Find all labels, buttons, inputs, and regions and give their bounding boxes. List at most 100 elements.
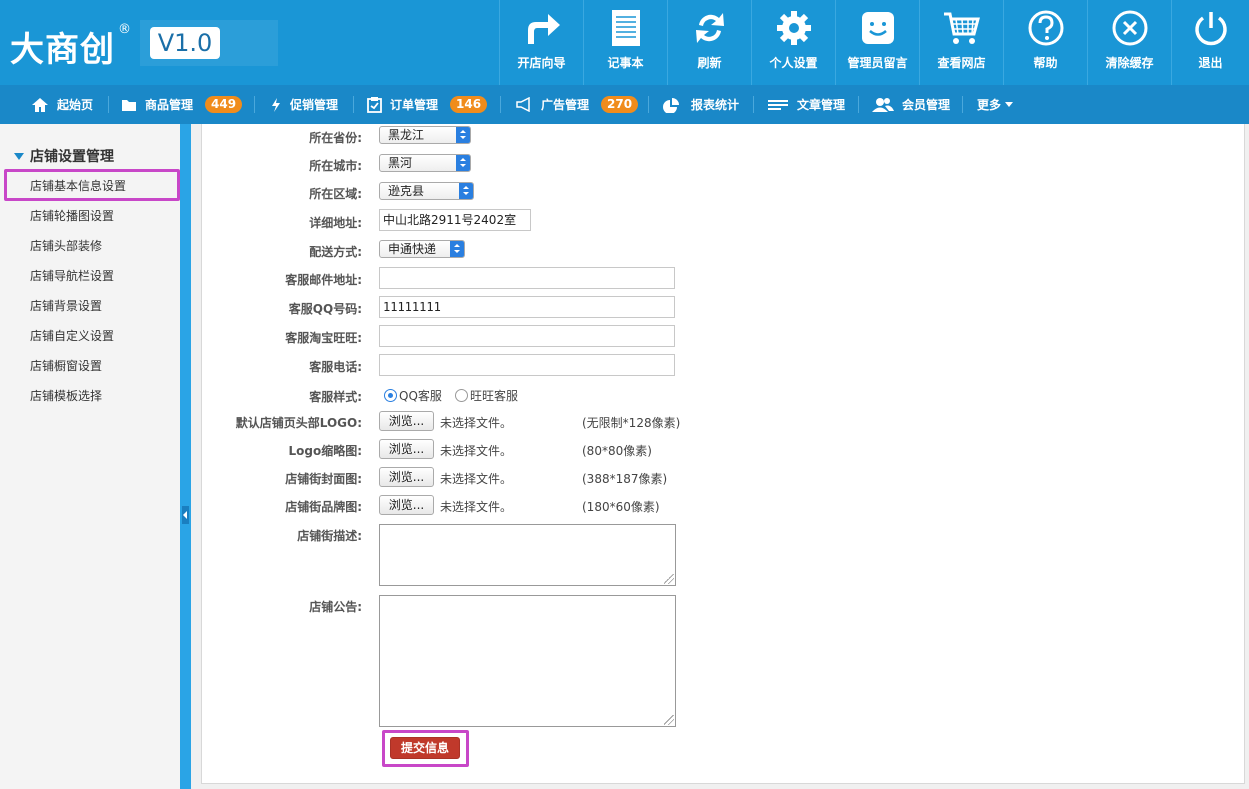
redo-arrow-icon (527, 14, 560, 44)
resize-grip-icon[interactable] (664, 574, 674, 584)
sidebar-item-showcase[interactable]: 店铺橱窗设置 (30, 357, 102, 374)
street-brand-hint: (180*60像素) (582, 500, 660, 514)
sidebar-item-background[interactable]: 店铺背景设置 (30, 297, 102, 314)
logo-registered-mark: ® (118, 22, 131, 37)
toolbar-label: 帮助 (1033, 56, 1058, 70)
toolbar-refresh-button[interactable]: 刷新 (667, 0, 751, 85)
sidebar: 店铺设置管理 店铺基本信息设置 店铺轮播图设置 店铺头部装修 店铺导航栏设置 店… (0, 124, 180, 789)
sidebar-item-custom[interactable]: 店铺自定义设置 (30, 327, 114, 344)
toolbar-admin-message-button[interactable]: 管理员留言 (835, 0, 919, 85)
radio-unchecked-icon (455, 389, 468, 402)
shipping-select[interactable]: 申通快递 (379, 240, 465, 258)
nav-badge: 270 (601, 96, 639, 113)
nav-divider (108, 96, 109, 113)
toolbar-notepad-button[interactable]: 记事本 (583, 0, 667, 85)
province-select[interactable]: 黑龙江 (379, 126, 471, 144)
nav-label: 商品管理 (145, 98, 194, 112)
resize-grip-icon[interactable] (664, 715, 674, 725)
toolbar-logout-button[interactable]: 退出 (1171, 0, 1249, 85)
province-label: 所在省份: (309, 131, 362, 145)
home-icon (32, 97, 48, 112)
sidebar-item-basic-info[interactable]: 店铺基本信息设置 (30, 177, 126, 194)
refresh-icon (695, 13, 724, 43)
notice-label: 店铺公告: (309, 600, 362, 614)
toolbar-clear-cache-button[interactable]: 清除缓存 (1087, 0, 1171, 85)
submit-button[interactable]: 提交信息 (390, 737, 460, 759)
toolbar-label: 管理员留言 (847, 56, 908, 70)
store-info-form: 所在省份: 黑龙江 所在城市: 黑河 所在区域: 逊克县 详细地址: 中山北路2… (201, 124, 1245, 784)
nav-label: 广告管理 (541, 98, 590, 112)
nav-label: 订单管理 (390, 98, 439, 112)
shipping-label: 配送方式: (309, 245, 362, 259)
gear-icon (776, 11, 811, 45)
toolbar-personal-settings-button[interactable]: 个人设置 (751, 0, 835, 85)
sidebar-group-title[interactable]: 店铺设置管理 (14, 146, 114, 166)
street-brand-browse-button[interactable]: 浏览... (379, 495, 434, 515)
logo-header-hint: (无限制*128像素) (582, 416, 681, 430)
city-label: 所在城市: (309, 159, 362, 173)
toolbar-label: 刷新 (697, 56, 722, 70)
cs-style-qq-radio[interactable]: QQ客服 (384, 387, 442, 404)
sidebar-item-template[interactable]: 店铺模板选择 (30, 387, 102, 404)
notice-textarea[interactable] (379, 595, 676, 727)
logo-thumb-browse-button[interactable]: 浏览... (379, 439, 434, 459)
nav-products[interactable]: 商品管理 449 (121, 85, 243, 124)
cs-wangwang-label: 客服淘宝旺旺: (285, 331, 362, 345)
cs-style-wangwang-radio[interactable]: 旺旺客服 (455, 387, 518, 404)
district-value: 逊克县 (388, 184, 425, 198)
toolbar-view-store-button[interactable]: 查看网店 (919, 0, 1003, 85)
cs-qq-input[interactable]: 11111111 (379, 296, 675, 318)
version-box: V1.0 (140, 20, 278, 66)
logo-header-label: 默认店铺页头部LOGO: (235, 416, 362, 430)
logo-brand: 大商创 (10, 30, 115, 70)
city-value: 黑河 (388, 156, 413, 170)
select-arrows-icon (456, 155, 470, 171)
cs-wangwang-input[interactable] (379, 325, 675, 347)
toolbar-help-button[interactable]: 帮助 (1003, 0, 1087, 85)
sidebar-item-header-decor[interactable]: 店铺头部装修 (30, 237, 102, 254)
top-header: 大商创 ® V1.0 开店向导 记事本 刷新 个人设置 管理员留言 查看网店 帮… (0, 0, 1249, 85)
address-input[interactable]: 中山北路2911号2402室 (379, 209, 531, 231)
nav-promotions[interactable]: 促销管理 (270, 85, 338, 124)
nav-orders[interactable]: 订单管理 146 (367, 85, 488, 124)
street-desc-textarea[interactable] (379, 524, 676, 586)
district-select[interactable]: 逊克县 (379, 182, 474, 200)
street-brand-label: 店铺街品牌图: (285, 500, 362, 514)
nav-home[interactable]: 起始页 (31, 85, 93, 124)
nav-divider (353, 96, 354, 113)
cs-qq-label: 客服QQ号码: (288, 302, 362, 316)
nav-label: 会员管理 (902, 98, 951, 112)
toolbar-label: 清除缓存 (1105, 56, 1154, 70)
nav-divider (648, 96, 649, 113)
nav-members[interactable]: 会员管理 (872, 85, 950, 124)
nav-divider (500, 96, 501, 113)
radio-checked-icon (384, 389, 397, 402)
nav-label: 更多 (977, 98, 1002, 112)
city-select[interactable]: 黑河 (379, 154, 471, 172)
sidebar-group-label: 店铺设置管理 (30, 149, 114, 165)
logo-header-browse-button[interactable]: 浏览... (379, 411, 434, 431)
pie-chart-icon (663, 97, 679, 113)
nav-articles[interactable]: 文章管理 (767, 85, 845, 124)
street-desc-label: 店铺街描述: (297, 529, 362, 543)
sidebar-item-carousel[interactable]: 店铺轮播图设置 (30, 207, 114, 224)
nav-ads[interactable]: 广告管理 270 (515, 85, 639, 124)
nav-divider (254, 96, 255, 113)
street-cover-hint: (388*187像素) (582, 472, 668, 486)
megaphone-icon (516, 97, 530, 112)
cs-phone-input[interactable] (379, 354, 675, 376)
logo-header-file-status: 未选择文件。 (440, 416, 513, 430)
address-label: 详细地址: (309, 216, 362, 230)
sidebar-item-navbar[interactable]: 店铺导航栏设置 (30, 267, 114, 284)
toolbar-label: 个人设置 (769, 56, 818, 70)
street-cover-browse-button[interactable]: 浏览... (379, 467, 434, 487)
toolbar-open-store-guide-button[interactable]: 开店向导 (499, 0, 583, 85)
nav-reports[interactable]: 报表统计 (661, 85, 739, 124)
cs-phone-label: 客服电话: (309, 360, 362, 374)
nav-more[interactable]: 更多 (977, 85, 1014, 124)
nav-label: 促销管理 (290, 98, 339, 112)
nav-badge: 449 (205, 96, 243, 113)
cs-email-input[interactable] (379, 267, 675, 289)
cs-style-label: 客服样式: (309, 390, 362, 404)
logo: 大商创 ® V1.0 (8, 20, 278, 70)
